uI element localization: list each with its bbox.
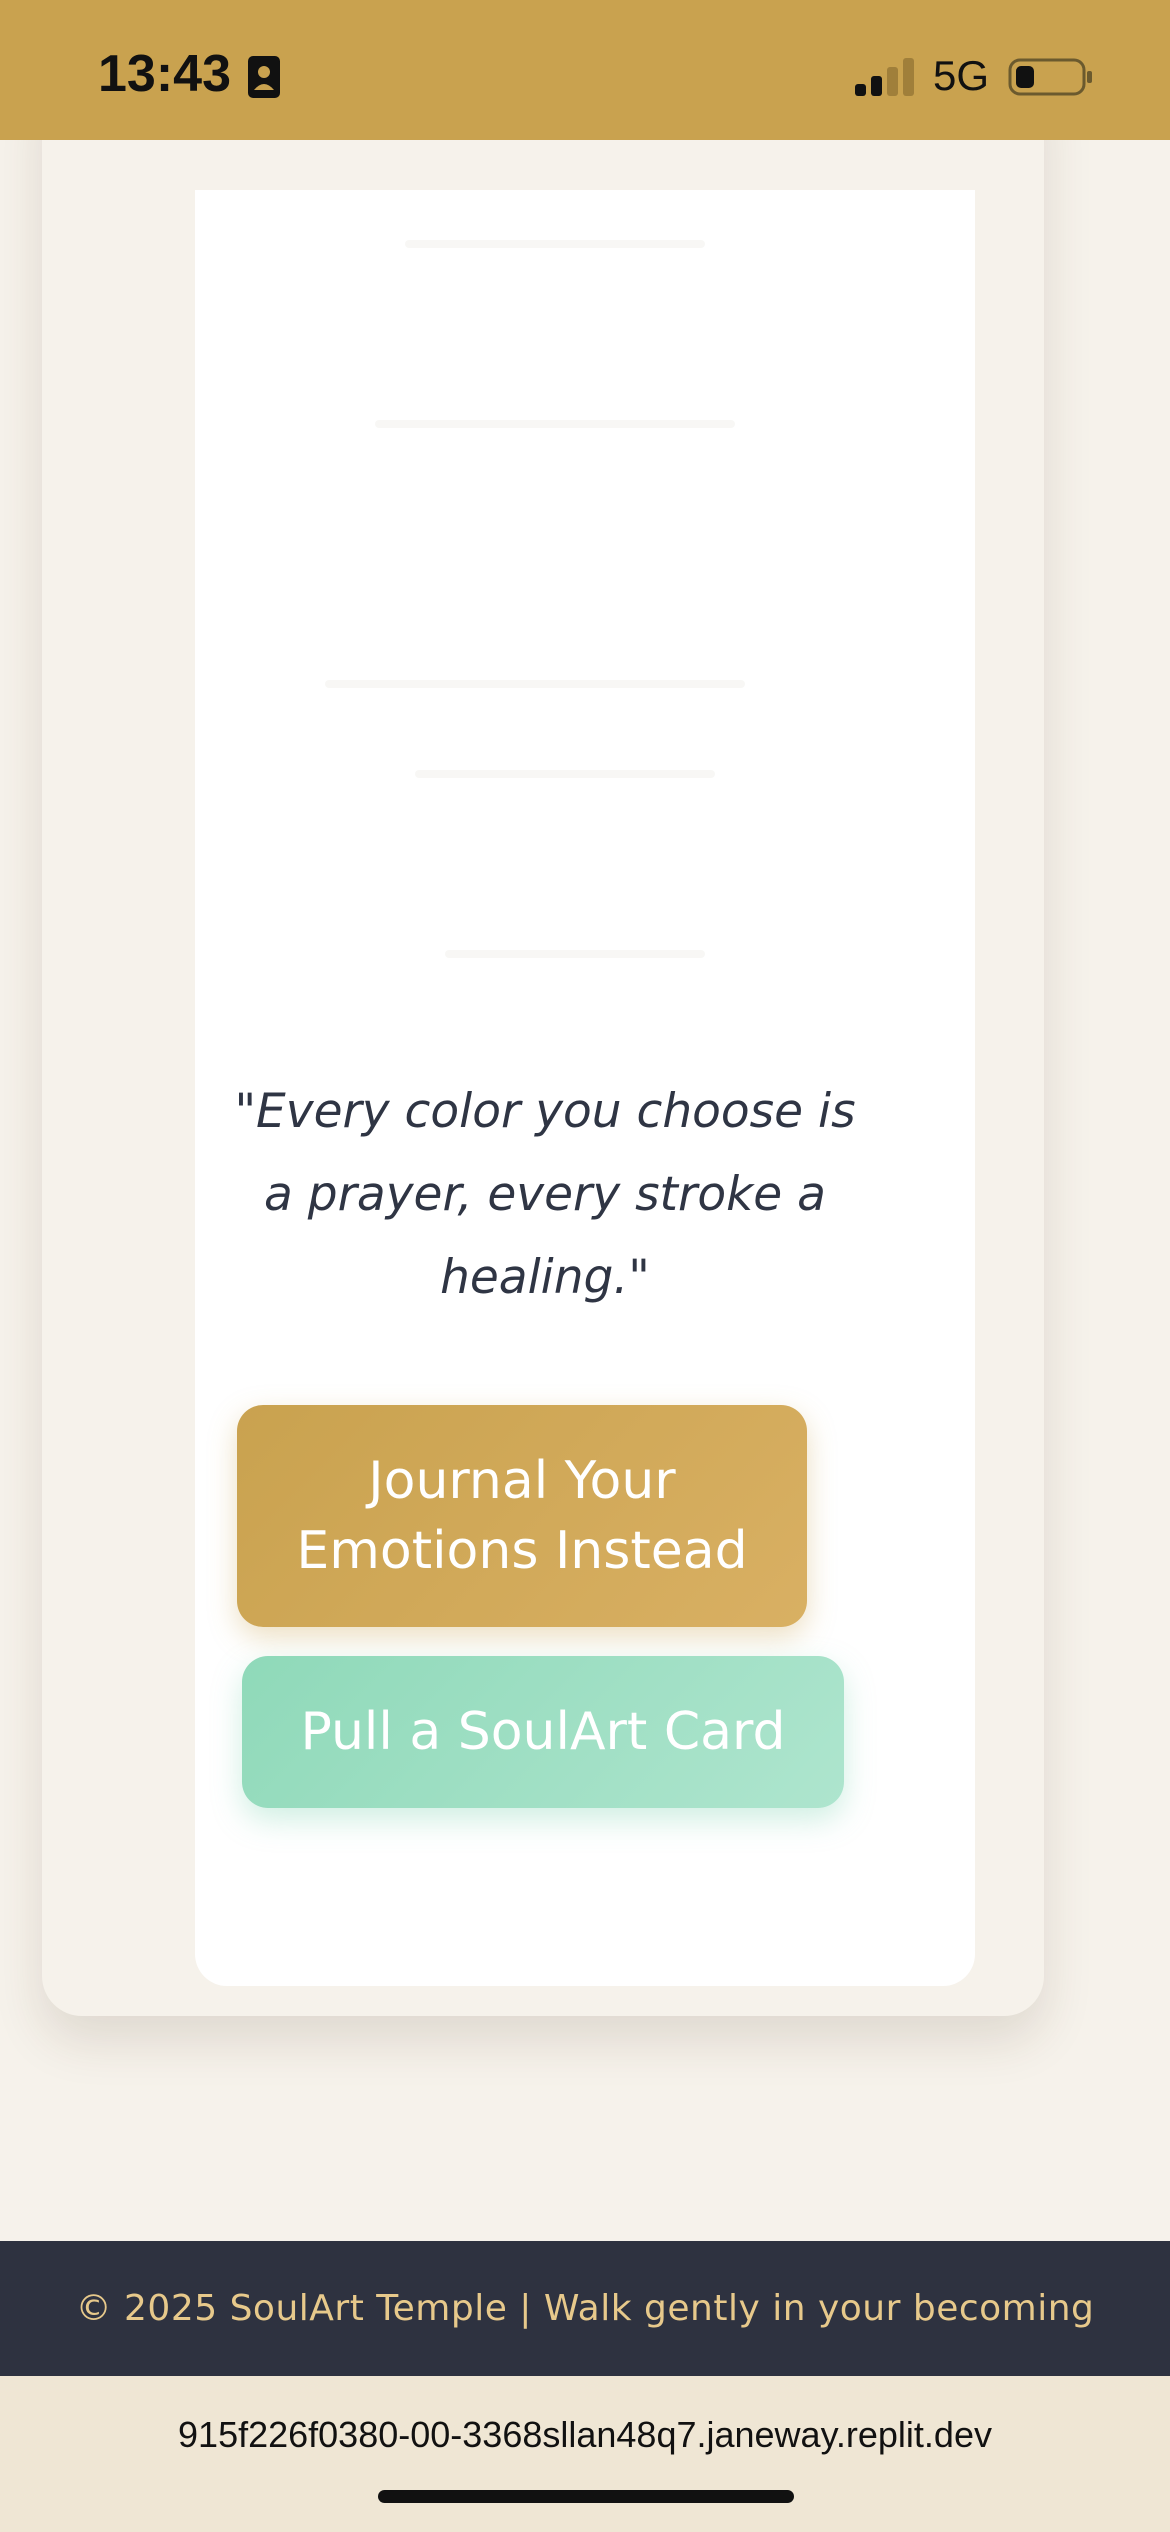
journal-emotions-button[interactable]: Journal Your Emotions Instead [237, 1405, 807, 1627]
battery-icon [1008, 58, 1092, 96]
network-label: 5G [933, 52, 990, 99]
journal-emotions-button-label: Journal Your Emotions Instead [296, 1451, 748, 1581]
browser-url-bar[interactable]: 915f226f0380-00-3368sllan48q7.janeway.re… [0, 2376, 1170, 2532]
status-bar: 13:43 5G [0, 0, 1170, 140]
pull-soulart-card-button[interactable]: Pull a SoulArt Card [242, 1656, 844, 1808]
status-time: 13:43 [98, 45, 231, 103]
footer: © 2025 SoulArt Temple | Walk gently in y… [0, 2241, 1170, 2376]
url-text[interactable]: 915f226f0380-00-3368sllan48q7.janeway.re… [0, 2414, 1170, 2456]
footer-copyright: © 2025 SoulArt Temple | Walk gently in y… [75, 2288, 1095, 2329]
home-indicator[interactable] [378, 2490, 794, 2503]
contact-card-icon [248, 56, 280, 98]
faint-text-line [445, 950, 705, 958]
cellular-signal-icon [855, 58, 914, 96]
faint-text-line [375, 420, 735, 428]
faint-text-line [415, 770, 715, 778]
faint-text-line [405, 240, 705, 248]
pull-soulart-card-button-label: Pull a SoulArt Card [300, 1702, 786, 1762]
faint-text-line [325, 680, 745, 688]
inspirational-quote: "Every color you choose is a prayer, eve… [234, 1084, 856, 1305]
